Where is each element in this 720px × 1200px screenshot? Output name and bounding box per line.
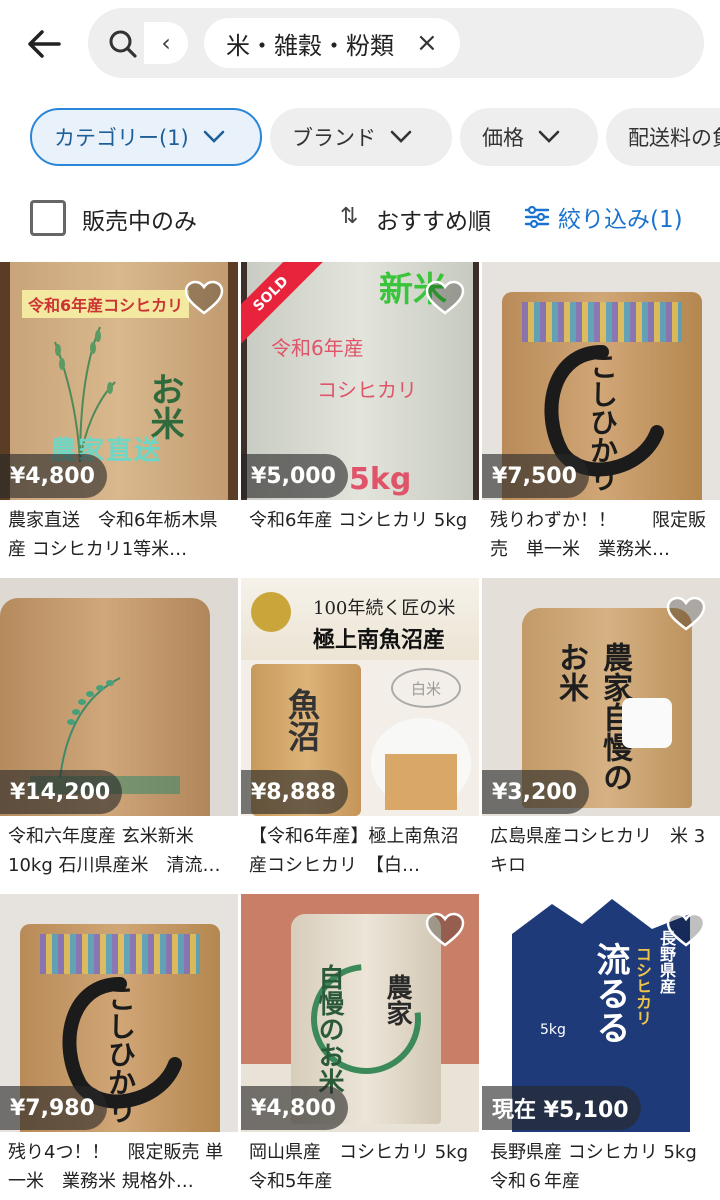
bag-weight: 5kg [349, 462, 412, 497]
filter-price-chip[interactable]: 価格 [460, 108, 598, 166]
white-rice-tag: 白米 [391, 668, 461, 708]
sort-icon[interactable]: ⇅ [340, 204, 358, 229]
bag-product-name: 流るる [590, 942, 630, 1044]
filter-sliders-icon [524, 205, 550, 229]
filter-brand-chip[interactable]: ブランド [270, 108, 452, 166]
product-title[interactable]: 【令和6年産】極上南魚沼産コシヒカリ 【白… [249, 822, 475, 880]
search-box[interactable]: ‹ 米・雑穀・粉類 × [88, 8, 704, 78]
filter-shipping-chip[interactable]: 配送料の負 [606, 108, 720, 166]
product-card[interactable]: 100年続く匠の米 極上南魚沼産 魚沼 白米 ¥8,888 【令和6年産】極上南… [241, 578, 479, 878]
bag-weight: 5kg [540, 1022, 566, 1038]
price-tag: ¥7,980 [0, 1086, 107, 1130]
price-tag: ¥3,200 [482, 770, 589, 814]
price-tag: ¥8,888 [241, 770, 348, 814]
product-title[interactable]: 農家直送 令和6年栃木県産 コシヒカリ1等米… [8, 506, 234, 564]
heart-icon[interactable] [184, 280, 224, 316]
product-card[interactable]: こしひかり ¥7,980 残り4つ！！ 限定販売 単一米 業務米 規格外… [0, 894, 238, 1194]
product-card[interactable]: 自慢のお米 農家 ¥4,800 岡山県産 コシヒカリ 5kg 令和5年産 [241, 894, 479, 1194]
heart-icon[interactable] [666, 912, 706, 948]
back-arrow-icon [28, 30, 61, 58]
sold-ribbon: SOLD [241, 262, 324, 347]
product-title[interactable]: 残りわずか！！ 限定販売 単一米 業務米… [490, 506, 716, 564]
on-sale-only-label[interactable]: 販売中のみ [82, 202, 197, 236]
award-badge-icon [251, 592, 291, 632]
top-bar: ‹ 米・雑穀・粉類 × [0, 0, 720, 92]
search-category-chip[interactable]: 米・雑穀・粉類 × [204, 18, 460, 68]
product-card[interactable]: 長野県産 コシヒカリ 流るる 5kg 現在 ¥5,100 長野県産 コシヒカリ … [482, 894, 720, 1194]
chevron-down-icon [203, 130, 225, 143]
price-tag: 現在 ¥5,100 [482, 1086, 641, 1130]
product-card[interactable]: こしひかり ¥7,500 残りわずか！！ 限定販売 単一米 業務米… [482, 262, 720, 562]
search-chip-previous[interactable]: ‹ [144, 22, 188, 64]
heart-icon[interactable] [666, 596, 706, 632]
heart-icon[interactable] [425, 912, 465, 948]
price-tag: ¥7,500 [482, 454, 589, 498]
sold-badge: SOLD [241, 262, 331, 352]
product-card[interactable]: 農家自慢のお米 ¥3,200 広島県産コシヒカリ 米 3キロ [482, 578, 720, 878]
product-card[interactable]: ¥14,200 令和六年度産 玄米新米 10kg 石川県産米 清流… [0, 578, 238, 878]
chevron-down-icon [390, 130, 412, 143]
filter-price-label: 価格 [482, 126, 524, 150]
banner-line1: 100年続く匠の米 [313, 598, 456, 619]
bag-brand-text: 自慢のお米 [314, 964, 344, 1094]
filter-category-label: カテゴリー(1) [54, 126, 189, 150]
on-sale-only-checkbox[interactable] [30, 200, 66, 236]
filter-chips: カテゴリー(1) ブランド 価格 配送料の負 [0, 108, 720, 168]
bag-brand-text: 魚沼 [283, 688, 321, 752]
banner-line2: 極上南魚沼産 [313, 627, 446, 653]
chevron-down-icon [538, 130, 560, 143]
filter-brand-label: ブランド [292, 126, 376, 150]
filter-category-chip[interactable]: カテゴリー(1) [30, 108, 262, 166]
price-tag: ¥4,800 [0, 454, 107, 498]
sort-order-button[interactable]: おすすめ順 [376, 202, 491, 236]
narrow-down-button[interactable]: 絞り込み(1) [524, 200, 683, 234]
product-title[interactable]: 令和6年産 コシヒカリ 5kg [249, 506, 475, 564]
price-tag: ¥14,200 [0, 770, 123, 814]
product-title[interactable]: 岡山県産 コシヒカリ 5kg 令和5年産 [249, 1138, 475, 1196]
product-title[interactable]: 広島県産コシヒカリ 米 3キロ [490, 822, 716, 880]
search-icon [109, 30, 137, 58]
product-title[interactable]: 残り4つ！！ 限定販売 単一米 業務米 規格外… [8, 1138, 234, 1196]
product-card[interactable]: 令和6年産 コシヒカリ 新米 5kg SOLD ¥5,000 令和6年産 コシヒ… [241, 262, 479, 562]
price-tag: ¥5,000 [241, 454, 348, 498]
rice-plant-illustration [59, 677, 121, 778]
search-chip-label: 米・雑穀・粉類 [226, 31, 394, 60]
close-icon[interactable]: × [416, 30, 438, 56]
sort-row: 販売中のみ ⇅ おすすめ順 絞り込み(1) [0, 186, 720, 248]
product-card[interactable]: 令和6年産コシヒカリ お米 農家直送 ¥4,800 農家直送 令和6年栃木県産 … [0, 262, 238, 562]
bag-farmer-text: 農家 [382, 974, 412, 1026]
price-tag: ¥4,800 [241, 1086, 348, 1130]
product-title[interactable]: 令和六年度産 玄米新米 10kg 石川県産米 清流… [8, 822, 234, 880]
product-title[interactable]: 長野県産 コシヒカリ 5kg 令和６年産 [490, 1138, 716, 1196]
heart-icon[interactable] [425, 280, 465, 316]
bag-line2: コシヒカリ [317, 378, 417, 402]
back-button[interactable] [22, 22, 66, 66]
narrow-down-label: 絞り込み(1) [558, 207, 683, 233]
bag-label: 令和6年産コシヒカリ [22, 290, 190, 318]
filter-shipping-label: 配送料の負 [628, 126, 720, 150]
